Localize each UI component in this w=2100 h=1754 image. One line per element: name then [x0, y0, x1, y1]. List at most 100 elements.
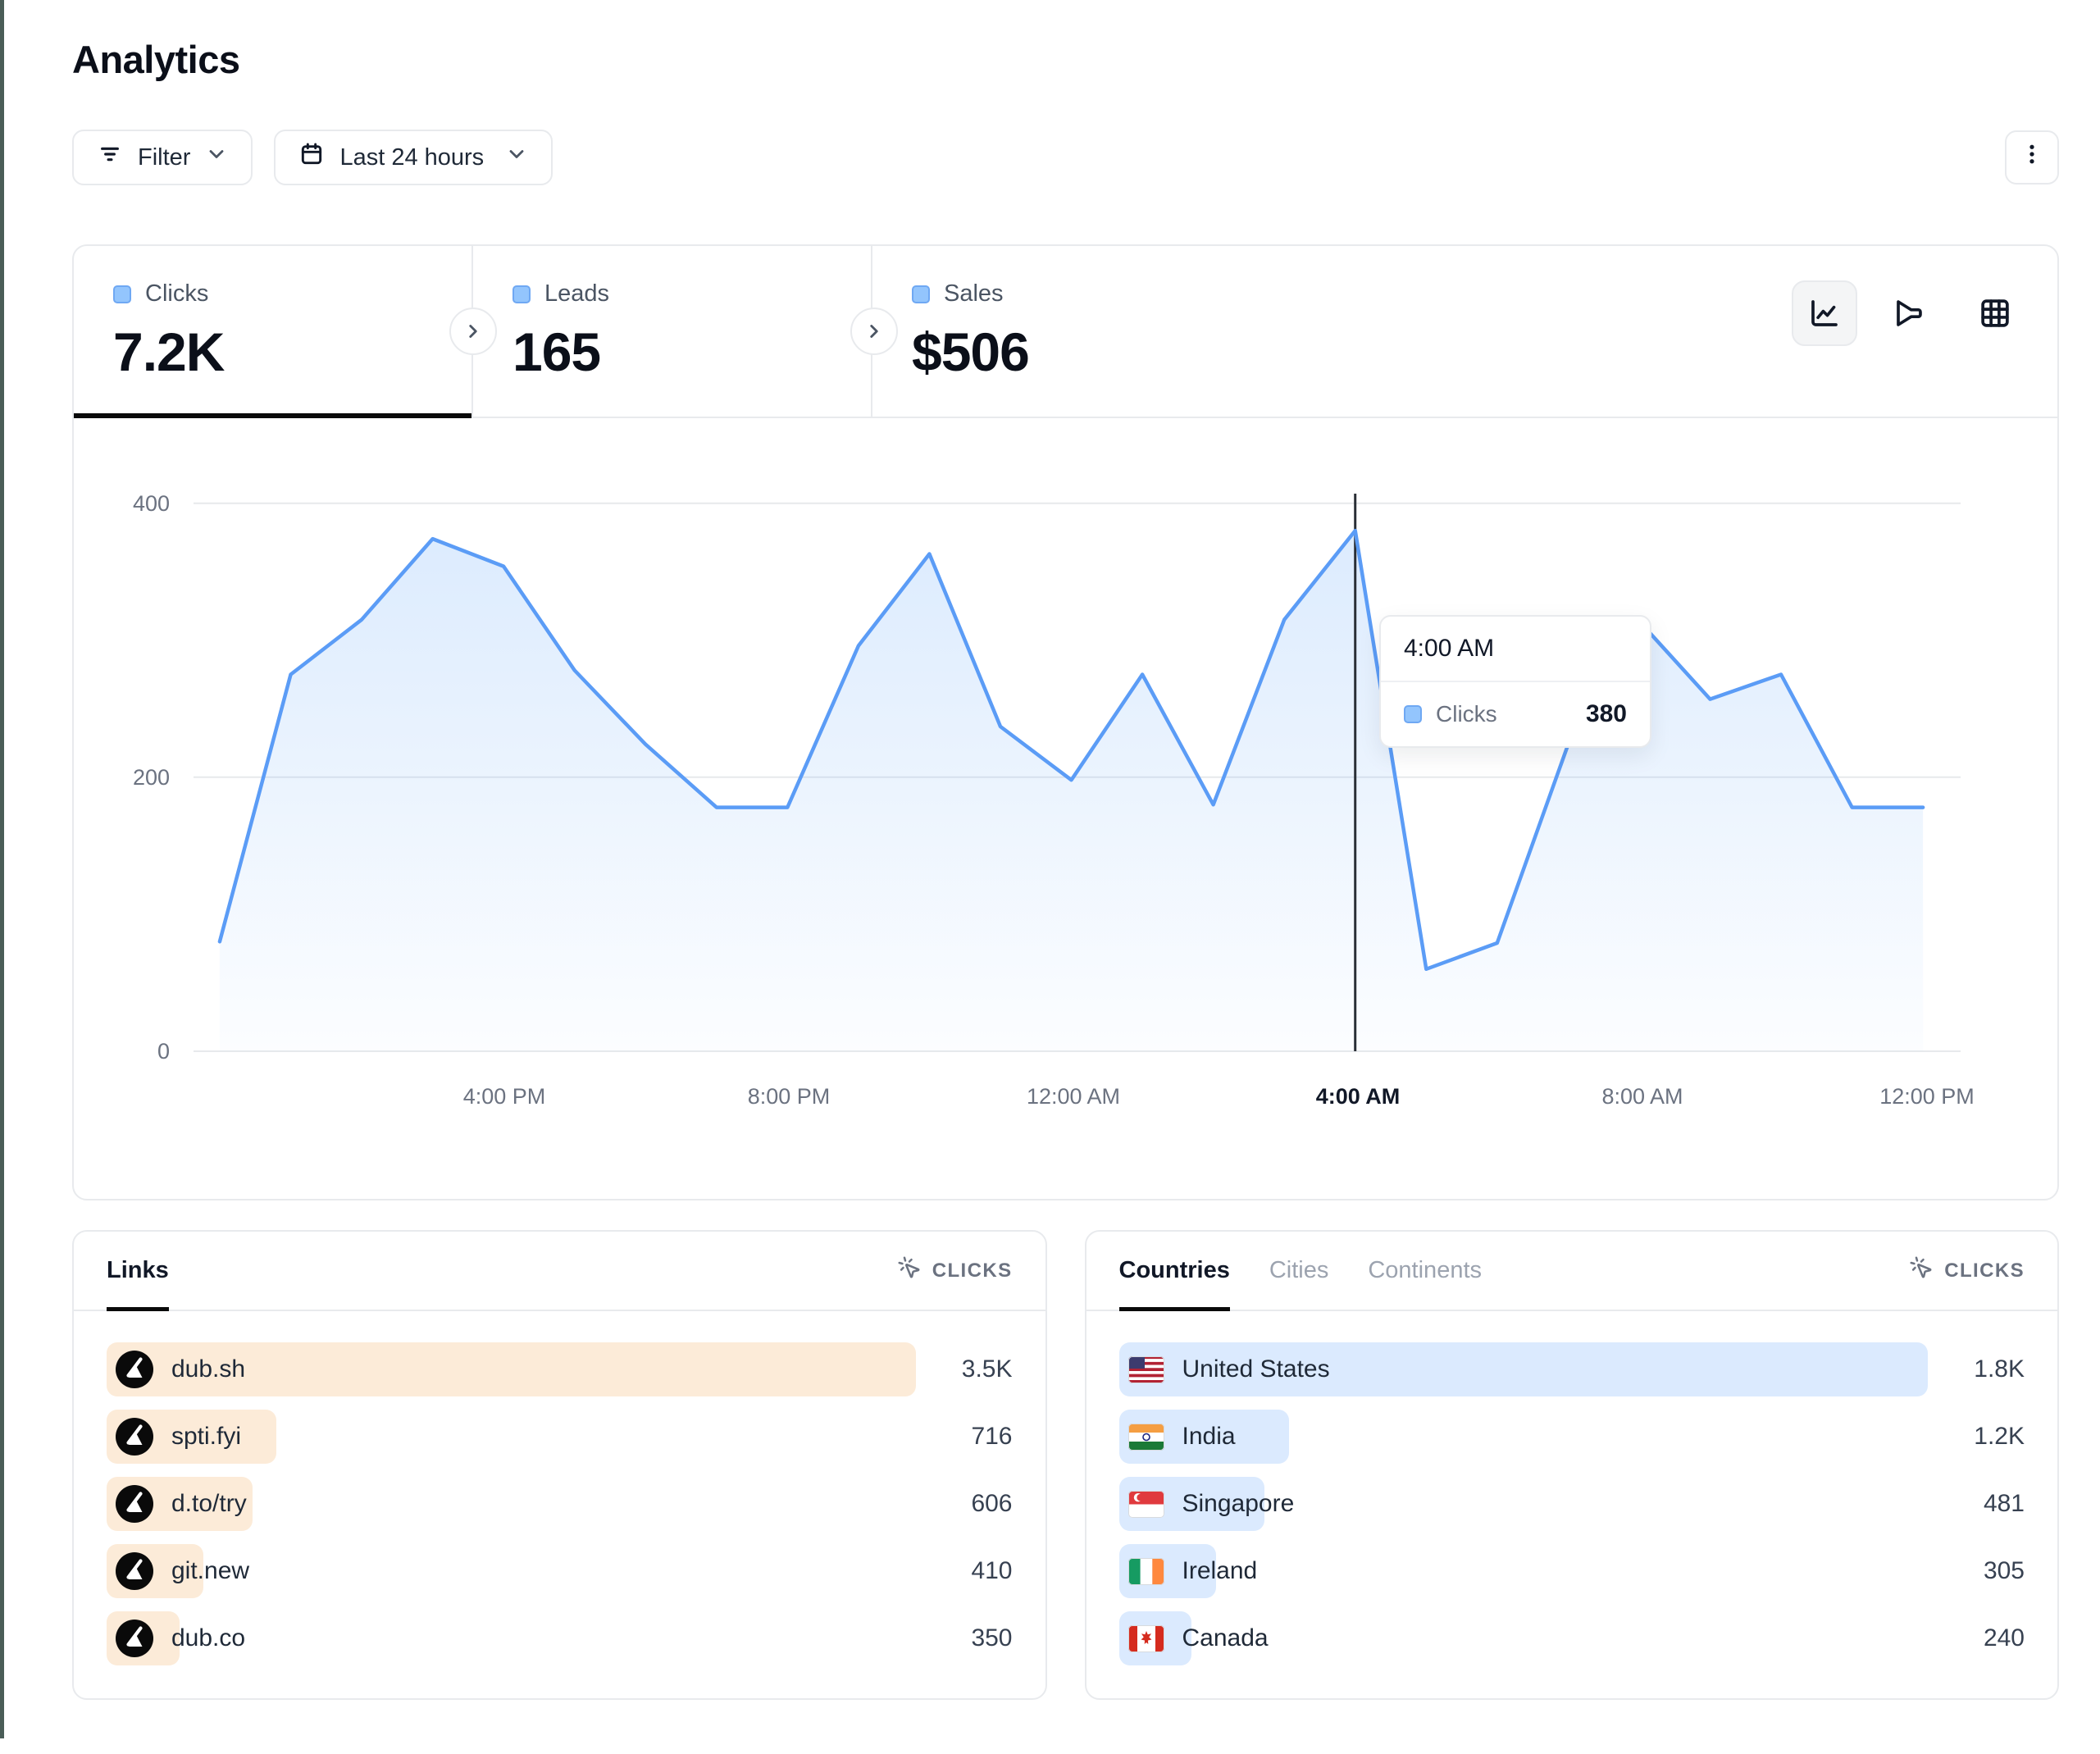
- filter-button[interactable]: Filter: [72, 130, 253, 185]
- row-label: git.new: [171, 1557, 249, 1585]
- date-range-label: Last 24 hours: [339, 144, 484, 171]
- dub-logo-icon: [116, 1620, 153, 1657]
- legend-square: [912, 285, 930, 303]
- links-metric-selector[interactable]: CLICKS: [897, 1255, 1013, 1286]
- row-value: 305: [1984, 1544, 2025, 1598]
- dub-logo-icon: [116, 1351, 153, 1388]
- row-value: 716: [971, 1410, 1012, 1464]
- breakdown-panels: Links CLICKS dub.sh3.5K spti.fyi 716 d.to/t…: [72, 1230, 2059, 1754]
- ie-flag-icon: [1128, 1558, 1164, 1585]
- stat-tab-value: $506: [912, 321, 1272, 383]
- countries-panel-header: Countries Cities Continents CLICKS: [1086, 1232, 2058, 1311]
- row-value: 606: [971, 1477, 1012, 1531]
- countries-panel: Countries Cities Continents CLICKS United …: [1085, 1230, 2060, 1700]
- clicks-area-chart[interactable]: 4:00 AM Clicks 380 0200400: [194, 492, 1961, 1059]
- countries-metric-selector[interactable]: CLICKS: [1909, 1255, 2025, 1286]
- row-label: spti.fyi: [171, 1423, 241, 1451]
- stat-tab-value: 7.2K: [113, 321, 471, 383]
- table-view-icon[interactable]: [1962, 280, 2028, 346]
- more-options-button[interactable]: [2005, 130, 2059, 185]
- x-axis-tick-label: 8:00 AM: [1601, 1084, 1683, 1109]
- row-value: 3.5K: [962, 1342, 1013, 1396]
- countries-metric-label: CLICKS: [1944, 1260, 2025, 1282]
- kebab-menu-icon: [2020, 142, 2044, 173]
- row-value: 1.8K: [1974, 1342, 2025, 1396]
- ca-flag-icon: [1128, 1625, 1164, 1652]
- tab-links[interactable]: Links: [107, 1232, 169, 1310]
- filter-lines-icon: [97, 141, 123, 174]
- tooltip-metric-value: 380: [1586, 700, 1627, 728]
- stat-tab-label: Sales: [944, 280, 1004, 308]
- country-row-united-states[interactable]: United States 1.8K: [1119, 1342, 2025, 1396]
- line-chart-icon[interactable]: [1792, 280, 1857, 346]
- next-metric-chevron-button[interactable]: [449, 308, 497, 355]
- row-label: Singapore: [1182, 1490, 1295, 1518]
- chart-area: 4:00 AM Clicks 380 0200400 4:00 PM 8:00 P…: [74, 492, 2057, 1135]
- y-axis-tick-label: 400: [92, 491, 170, 517]
- x-axis-tick-label: 12:00 PM: [1879, 1084, 1975, 1109]
- stat-tab-clicks[interactable]: Clicks 7.2K: [74, 246, 473, 417]
- tooltip-time: 4:00 AM: [1381, 617, 1650, 682]
- chart-view-controls: [1792, 280, 2028, 346]
- links-panel-header: Links CLICKS: [74, 1232, 1045, 1311]
- legend-square: [1404, 705, 1422, 723]
- y-axis-tick-label: 200: [92, 765, 170, 790]
- countries-panel-tabs: Countries Cities Continents: [1119, 1232, 1483, 1310]
- country-row-india[interactable]: India1.2K: [1119, 1410, 2025, 1464]
- x-axis-tick-label: 8:00 PM: [748, 1084, 831, 1109]
- toolbar: Filter Last 24 hours: [72, 130, 2059, 185]
- analytics-page: Analytics Filter Last 24 hours: [4, 0, 2100, 1754]
- row-value: 410: [971, 1544, 1012, 1598]
- x-axis-tick-label: 4:00 AM: [1316, 1084, 1401, 1109]
- row-value: 481: [1984, 1477, 2025, 1531]
- dub-logo-icon: [116, 1552, 153, 1590]
- date-range-button[interactable]: Last 24 hours: [274, 130, 553, 185]
- funnel-chart-icon[interactable]: [1877, 280, 1943, 346]
- row-label: dub.co: [171, 1624, 245, 1652]
- tab-countries[interactable]: Countries: [1119, 1232, 1230, 1310]
- links-panel: Links CLICKS dub.sh3.5K spti.fyi 716 d.to/t…: [72, 1230, 1047, 1700]
- stat-tabs: Clicks 7.2KLeads165 Sales $506: [74, 246, 2057, 418]
- us-flag-icon: [1128, 1356, 1164, 1383]
- x-axis-tick-label: 12:00 AM: [1027, 1084, 1120, 1109]
- stat-tab-label: Clicks: [145, 280, 208, 308]
- countries-rows: United States 1.8K India1.2K Singapore 481 Ir…: [1086, 1311, 2058, 1698]
- calendar-icon: [298, 141, 325, 174]
- link-row-spti-fyi[interactable]: spti.fyi 716: [107, 1410, 1013, 1464]
- cursor-click-icon: [897, 1255, 922, 1286]
- country-row-canada[interactable]: Canada 240: [1119, 1611, 2025, 1665]
- dub-logo-icon: [116, 1485, 153, 1523]
- chevron-down-icon: [505, 143, 528, 172]
- legend-square: [113, 285, 131, 303]
- link-row-git-new[interactable]: git.new 410: [107, 1544, 1013, 1598]
- row-value: 350: [971, 1611, 1012, 1665]
- page-title: Analytics: [72, 37, 2059, 82]
- row-value: 240: [1984, 1611, 2025, 1665]
- stat-tab-sales[interactable]: Sales $506: [872, 246, 1272, 417]
- link-row-dub-sh[interactable]: dub.sh3.5K: [107, 1342, 1013, 1396]
- country-row-singapore[interactable]: Singapore 481: [1119, 1477, 2025, 1531]
- link-row-d-to-try[interactable]: d.to/try606: [107, 1477, 1013, 1531]
- stat-tab-value: 165: [512, 321, 871, 383]
- x-axis-labels: 4:00 PM8:00 PM12:00 AM4:00 AM8:00 AM12:0…: [194, 1059, 1961, 1135]
- x-axis-tick-label: 4:00 PM: [463, 1084, 546, 1109]
- tooltip-metric-label: Clicks: [1436, 701, 1497, 727]
- links-rows: dub.sh3.5K spti.fyi 716 d.to/try606 git.new 4…: [74, 1311, 1045, 1698]
- row-label: United States: [1182, 1355, 1330, 1383]
- country-row-ireland[interactable]: Ireland305: [1119, 1544, 2025, 1598]
- links-metric-label: CLICKS: [932, 1260, 1013, 1282]
- tab-continents[interactable]: Continents: [1368, 1232, 1482, 1310]
- sg-flag-icon: [1128, 1491, 1164, 1518]
- links-panel-tabs: Links: [107, 1232, 169, 1310]
- chevron-down-icon: [205, 143, 228, 172]
- row-label: Canada: [1182, 1624, 1269, 1652]
- tooltip-metric-row: Clicks 380: [1381, 682, 1650, 746]
- chart-tooltip: 4:00 AM Clicks 380: [1379, 615, 1651, 748]
- stat-tab-leads[interactable]: Leads165: [473, 246, 872, 417]
- link-row-dub-co[interactable]: dub.co 350: [107, 1611, 1013, 1665]
- next-metric-chevron-button[interactable]: [850, 308, 898, 355]
- in-flag-icon: [1128, 1424, 1164, 1451]
- filter-button-label: Filter: [138, 144, 190, 171]
- row-label: India: [1182, 1423, 1236, 1451]
- tab-cities[interactable]: Cities: [1269, 1232, 1329, 1310]
